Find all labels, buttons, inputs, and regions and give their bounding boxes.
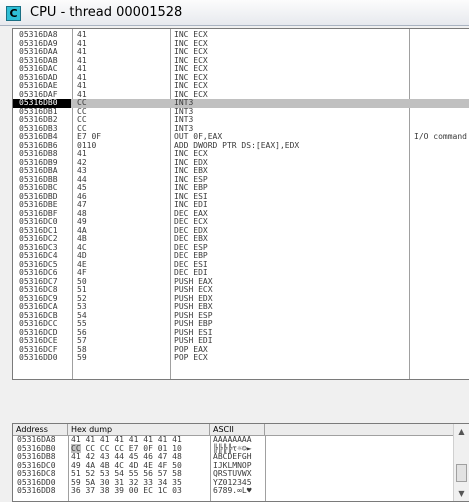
disasm-instruction: POP ECX (174, 353, 208, 362)
scrollbar-thumb[interactable] (456, 464, 467, 482)
window-title-bar[interactable]: C CPU - thread 00001528 (0, 0, 469, 26)
dump-address: 05316DD8 (17, 486, 56, 495)
window-title: CPU - thread 00001528 (30, 5, 183, 20)
column-header-hex-dump[interactable]: Hex dump (68, 424, 210, 435)
scroll-down-arrow-icon[interactable]: ▼ (456, 488, 467, 499)
disasm-row[interactable]: 05316DD0 59 POP ECX (13, 353, 469, 363)
disassembly-pane[interactable]: 05316DA8 41 INC ECX 05316DA9 41 INC ECX 05316D… (12, 28, 469, 380)
dump-ascii: 6789.∞L♥ (213, 486, 252, 495)
dump-row[interactable]: 05316DD8 36 37 38 39 00 EC 1C 03 6789.∞L♥ (13, 486, 455, 496)
dump-vertical-scrollbar[interactable]: ▲ ▼ (453, 424, 469, 501)
pane-splitter[interactable] (12, 380, 469, 423)
disasm-hex: 59 (77, 353, 87, 362)
disasm-comment: I/O command (414, 132, 467, 141)
hex-dump-pane[interactable]: Address Hex dump ASCII ▲ ▼ 05316DA8 41 41… (12, 423, 469, 502)
cpu-window-icon: C (6, 6, 21, 21)
column-header-ascii[interactable]: ASCII (210, 424, 265, 435)
disasm-address: 05316DD0 (19, 353, 58, 362)
column-header-address[interactable]: Address (13, 424, 68, 435)
dump-hex-bytes: 36 37 38 39 00 EC 1C 03 (71, 486, 182, 495)
scroll-up-arrow-icon[interactable]: ▲ (456, 426, 467, 437)
